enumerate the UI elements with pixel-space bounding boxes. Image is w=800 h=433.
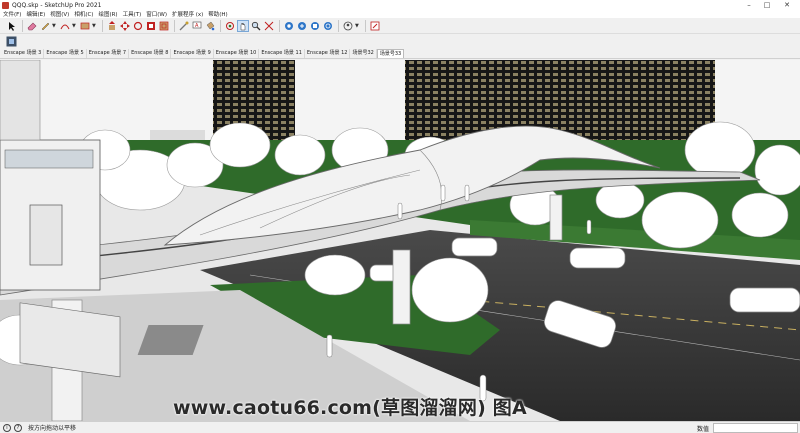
pencil-icon[interactable] bbox=[39, 20, 51, 32]
svg-text:A: A bbox=[195, 23, 199, 29]
measurements-input[interactable] bbox=[713, 423, 798, 433]
account-icon[interactable] bbox=[342, 20, 354, 32]
chevron-down-icon[interactable]: ▼ bbox=[355, 23, 360, 29]
scene-tab[interactable]: Enscape 场景 3 bbox=[2, 49, 45, 58]
main-toolbar: ▼ ▼ ▼ A ▼ bbox=[0, 18, 800, 34]
scale-icon[interactable] bbox=[145, 20, 157, 32]
scene-tab[interactable]: Enscape 场景 5 bbox=[44, 49, 87, 58]
scene-render bbox=[0, 60, 800, 421]
menu-window[interactable]: 窗口(W) bbox=[146, 10, 167, 18]
menu-help[interactable]: 帮助(H) bbox=[208, 10, 227, 18]
menu-camera[interactable]: 相机(C) bbox=[74, 10, 93, 18]
tape-measure-icon[interactable] bbox=[178, 20, 190, 32]
measurements-label: 数值 bbox=[697, 426, 710, 433]
toolbar-divider bbox=[338, 19, 339, 32]
plaza-tile bbox=[137, 325, 204, 355]
warehouse-icon[interactable] bbox=[283, 20, 295, 32]
toolbar-divider bbox=[174, 19, 175, 32]
layout-icon[interactable] bbox=[309, 20, 321, 32]
extension-warehouse-icon[interactable] bbox=[296, 20, 308, 32]
orbit-icon[interactable] bbox=[224, 20, 236, 32]
toolbar-divider bbox=[220, 19, 221, 32]
menu-bar: 文件(F) 编辑(E) 视图(V) 相机(C) 绘图(R) 工具(T) 窗口(W… bbox=[0, 10, 800, 18]
sketchup-window: QQQ.skp - SketchUp Pro 2021 – □ ✕ 文件(F) … bbox=[0, 0, 800, 433]
watermark: www.caotu66.com(草图溜溜网) 图A bbox=[173, 397, 527, 419]
scene-tab[interactable]: 场景号32 bbox=[350, 49, 377, 58]
chevron-down-icon[interactable]: ▼ bbox=[72, 23, 77, 29]
scene-tab[interactable]: Enscape 场景 11 bbox=[259, 49, 305, 58]
push-pull-icon[interactable] bbox=[106, 20, 118, 32]
secondary-toolbar bbox=[0, 34, 800, 49]
menu-view[interactable]: 视图(V) bbox=[50, 10, 69, 18]
arc-icon[interactable] bbox=[59, 20, 71, 32]
3d-viewport[interactable] bbox=[0, 60, 800, 421]
scene-tab-active[interactable]: 场景号33 bbox=[376, 49, 405, 58]
minimize-icon[interactable]: – bbox=[742, 0, 756, 10]
shape-icon[interactable] bbox=[79, 20, 91, 32]
rotate-icon[interactable] bbox=[132, 20, 144, 32]
window-title: QQQ.skp - SketchUp Pro 2021 bbox=[12, 1, 102, 9]
extension-icon[interactable] bbox=[322, 20, 334, 32]
extension-tool-icon[interactable] bbox=[5, 36, 17, 48]
status-bar: i ? 按方向拖动以平移 数值 bbox=[0, 421, 800, 433]
zoom-extents-icon[interactable] bbox=[263, 20, 275, 32]
scene-tab[interactable]: Enscape 场景 8 bbox=[129, 49, 172, 58]
select-icon[interactable] bbox=[6, 20, 18, 32]
paint-bucket-icon[interactable] bbox=[204, 20, 216, 32]
scene-tab[interactable]: Enscape 场景 12 bbox=[305, 49, 351, 58]
scene-tab[interactable]: Enscape 场景 10 bbox=[214, 49, 260, 58]
move-icon[interactable] bbox=[119, 20, 131, 32]
chevron-down-icon[interactable]: ▼ bbox=[52, 23, 57, 29]
status-hint: 按方向拖动以平移 bbox=[28, 425, 77, 432]
menu-edit[interactable]: 编辑(E) bbox=[26, 10, 45, 18]
pan-icon[interactable] bbox=[237, 19, 249, 32]
title-bar: QQQ.skp - SketchUp Pro 2021 – □ ✕ bbox=[0, 0, 800, 10]
zoom-icon[interactable] bbox=[250, 20, 262, 32]
toolbar-divider bbox=[365, 19, 366, 32]
scene-tab[interactable]: Enscape 场景 7 bbox=[87, 49, 130, 58]
info-icon[interactable]: i bbox=[3, 423, 11, 432]
offset-icon[interactable] bbox=[158, 20, 170, 32]
help-icon[interactable]: ? bbox=[14, 423, 22, 432]
text-icon[interactable]: A bbox=[191, 20, 203, 32]
eraser-icon[interactable] bbox=[26, 20, 38, 32]
maximize-icon[interactable]: □ bbox=[760, 0, 774, 10]
chevron-down-icon[interactable]: ▼ bbox=[92, 23, 97, 29]
toolbar-divider bbox=[22, 19, 23, 32]
menu-draw[interactable]: 绘图(R) bbox=[98, 10, 117, 18]
menu-extensions[interactable]: 扩展程序 (x) bbox=[172, 10, 203, 18]
close-icon[interactable]: ✕ bbox=[780, 0, 794, 10]
toolbar-divider bbox=[102, 19, 103, 32]
toolbar-divider bbox=[279, 19, 280, 32]
scene-tab[interactable]: Enscape 场景 9 bbox=[171, 49, 214, 58]
edit-icon[interactable] bbox=[369, 20, 381, 32]
scene-tabs: Enscape 场景 3 Enscape 场景 5 Enscape 场景 7 E… bbox=[0, 49, 800, 59]
menu-file[interactable]: 文件(F) bbox=[3, 10, 21, 18]
menu-tools[interactable]: 工具(T) bbox=[123, 10, 142, 18]
sketchup-app-icon bbox=[2, 1, 9, 9]
